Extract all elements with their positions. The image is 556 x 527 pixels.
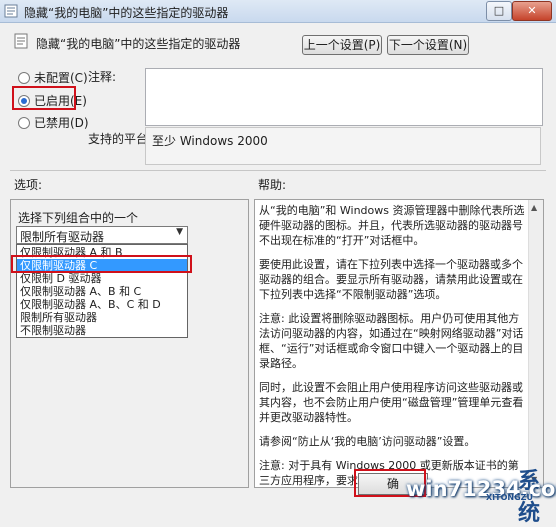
policy-icon <box>14 33 28 49</box>
supported-platform-field: 至少 Windows 2000 <box>145 127 541 165</box>
maximize-button[interactable]: □ <box>486 1 512 21</box>
radio-not-configured[interactable]: 未配置(C) <box>18 69 88 86</box>
highlight-box-enabled <box>12 86 76 110</box>
watermark-text: win71234.com <box>406 477 556 501</box>
chevron-down-icon[interactable]: ▼ <box>176 227 183 237</box>
previous-setting-button[interactable]: 上一个设置(P) <box>302 35 382 55</box>
help-paragraph: 要使用此设置，请在下拉列表中选择一个驱动器或多个驱动器的组合。要显示所有驱动器，… <box>259 258 523 301</box>
drive-restriction-dropdown[interactable]: 限制所有驱动器 ▼ <box>16 226 188 244</box>
help-text: 从“我的电脑”和 Windows 资源管理器中删除代表所选硬件驱动器的图标。并且… <box>259 203 529 487</box>
help-paragraph: 注意: 此设置将删除驱动器图标。用户仍可使用其他方法访问驱动器的内容，如通过在“… <box>259 312 524 370</box>
next-setting-button[interactable]: 下一个设置(N) <box>387 35 469 55</box>
close-button[interactable]: ✕ <box>512 1 552 21</box>
radio-disabled[interactable]: 已禁用(D) <box>18 114 89 131</box>
dropdown-option[interactable]: 仅限制驱动器 A、B 和 C <box>17 285 187 298</box>
window-title: 隐藏“我的电脑”中的这些指定的驱动器 <box>24 6 229 20</box>
radio-dot <box>18 71 30 84</box>
help-label: 帮助: <box>258 178 287 192</box>
dropdown-option[interactable]: 仅限制驱动器 A、B、C 和 D <box>17 298 187 311</box>
title-bar: 隐藏“我的电脑”中的这些指定的驱动器 □ ✕ <box>0 0 556 23</box>
highlight-box-option <box>11 255 192 273</box>
dropdown-option[interactable]: 不限制驱动器 <box>17 324 187 337</box>
scroll-up-icon[interactable]: ▲ <box>531 203 537 212</box>
dropdown-value: 限制所有驱动器 <box>20 230 105 244</box>
options-label: 选项: <box>14 178 43 192</box>
setting-title: 隐藏“我的电脑”中的这些指定的驱动器 <box>36 37 241 51</box>
help-paragraph: 请参阅“防止从‘我的电脑’访问驱动器”设置。 <box>259 435 476 448</box>
dropdown-option[interactable]: 仅限制 D 驱动器 <box>17 272 187 285</box>
radio-label: 未配置(C) <box>34 71 88 85</box>
help-paragraph: 从“我的电脑”和 Windows 资源管理器中删除代表所选硬件驱动器的图标。并且… <box>259 204 525 247</box>
radio-label: 已禁用(D) <box>34 116 89 130</box>
note-label: 注释: <box>88 70 117 84</box>
note-textarea[interactable] <box>145 68 543 126</box>
supported-platform-label: 支持的平台: <box>88 132 153 146</box>
watermark-subtext: XITONGZU <box>486 493 533 502</box>
help-scrollbar[interactable]: ▲ ▼ <box>528 200 543 487</box>
radio-dot <box>18 116 30 129</box>
help-paragraph: 同时，此设置不会阻止用户使用程序访问这些驱动器或其内容，也不会防止用户使用“磁盘… <box>259 381 524 424</box>
divider <box>10 170 546 171</box>
policy-icon <box>4 4 18 18</box>
help-pane: 从“我的电脑”和 Windows 资源管理器中删除代表所选硬件驱动器的图标。并且… <box>254 199 544 488</box>
drive-combo-label: 选择下列组合中的一个 <box>18 211 139 225</box>
dropdown-option[interactable]: 限制所有驱动器 <box>17 311 187 324</box>
